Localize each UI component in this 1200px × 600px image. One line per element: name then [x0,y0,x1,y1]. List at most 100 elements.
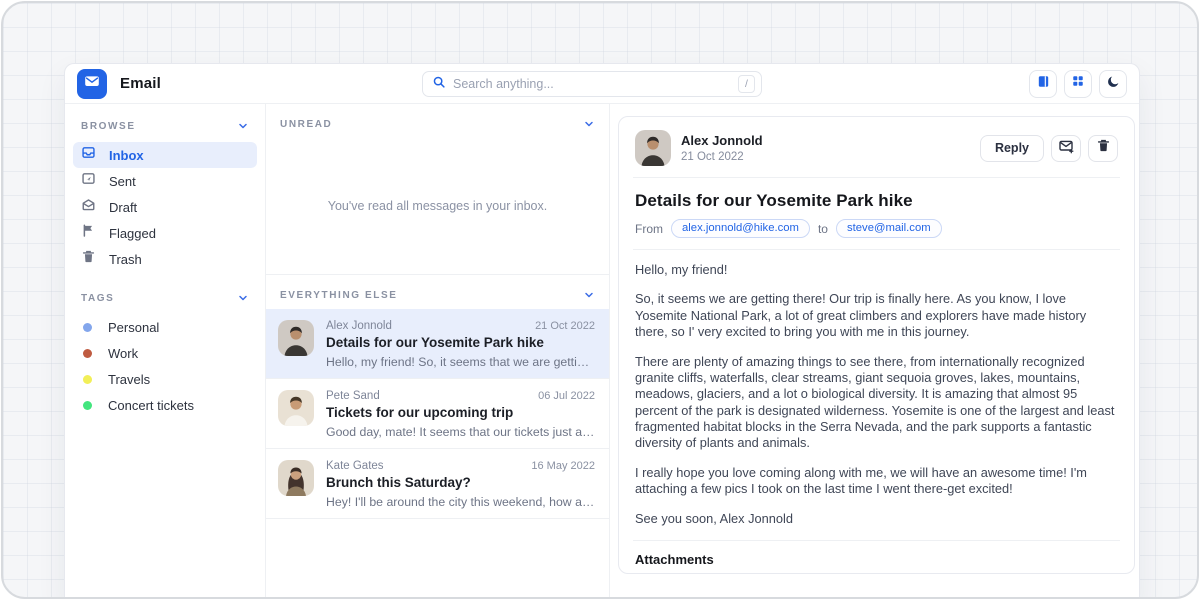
delete-button[interactable] [1088,135,1118,162]
unread-empty-text: You've read all messages in your inbox. [328,199,547,213]
chevron-down-icon[interactable] [583,289,595,301]
avatar [278,320,314,356]
avatar [635,130,671,166]
reply-button[interactable]: Reply [980,135,1044,162]
mail-subject: Tickets for our upcoming trip [326,405,595,420]
sidebar-item-sent[interactable]: Sent [73,168,257,194]
browse-title: BROWSE [81,121,136,132]
mail-item-content: Alex Jonnold 21 Oct 2022 Details for our… [326,320,595,369]
mail-preview: Good day, mate! It seems that our ticket… [326,425,595,439]
divider [633,249,1120,250]
detail-meta-row: From alex.jonnold@hike.com to steve@mail… [635,219,1118,238]
mail-item-content: Kate Gates 16 May 2022 Brunch this Satur… [326,460,595,509]
message-detail-pane: Alex Jonnold 21 Oct 2022 Reply [618,116,1135,574]
avatar [278,460,314,496]
tag-color-dot [83,349,92,358]
sent-icon [81,171,96,191]
search-icon [432,75,446,94]
sidebar-item-trash[interactable]: Trash [73,246,257,272]
draft-icon [81,197,96,217]
tag-color-dot [83,401,92,410]
dark-mode-button[interactable] [1099,70,1127,98]
tag-label: Concert tickets [108,398,194,413]
everything-else-title: EVERYTHING ELSE [280,290,398,301]
detail-actions: Reply [980,135,1118,162]
topbar-actions [1029,70,1127,98]
body-paragraph: See you soon, Alex Jonnold [635,511,1118,527]
detail-sender-name: Alex Jonnold [681,133,763,148]
divider [633,540,1120,541]
mail-sender: Pete Sand [326,390,380,402]
mail-date: 16 May 2022 [531,460,595,472]
to-email-chip[interactable]: steve@mail.com [836,219,942,238]
chevron-down-icon[interactable] [583,118,595,130]
mail-preview: Hey! I'll be around the city this weeken… [326,495,595,509]
browse-section-header: BROWSE [73,120,257,132]
search-bar[interactable]: / [422,71,762,97]
screenshot: Email / [0,0,1200,600]
tag-item-concert-tickets[interactable]: Concert tickets [73,392,257,418]
email-app-window: Email / [64,63,1140,599]
body-paragraph: I really hope you love coming along with… [635,465,1118,498]
attachments-title: Attachments [635,552,1118,567]
tags-list: Personal Work Travels Concert tickets [73,314,257,418]
book-icon [1036,74,1051,94]
mail-preview: Hello, my friend! So, it seems that we a… [326,355,595,369]
search-input[interactable] [453,77,738,91]
sidebar-item-draft[interactable]: Draft [73,194,257,220]
detail-header: Alex Jonnold 21 Oct 2022 Reply [635,130,1118,166]
message-list-column: UNREAD You've read all messages in your … [265,104,610,599]
sidebar: BROWSE Inbox [65,104,265,599]
sidebar-item-label: Sent [109,174,136,189]
chevron-down-icon[interactable] [237,292,249,304]
mail-list-item[interactable]: Alex Jonnold 21 Oct 2022 Details for our… [266,309,609,379]
from-label: From [635,222,663,236]
tag-item-work[interactable]: Work [73,340,257,366]
unread-title: UNREAD [280,119,332,130]
trash-icon [1096,138,1111,158]
browse-list: Inbox Sent Draft [73,142,257,272]
body-paragraph: So, it seems we are getting there! Our t… [635,291,1118,340]
tag-label: Travels [108,372,150,387]
tags-title: TAGS [81,293,114,304]
mail-sender: Alex Jonnold [326,320,392,332]
tag-color-dot [83,323,92,332]
inbox-icon [81,145,96,165]
grid-icon [1071,74,1085,93]
app-logo [77,69,107,99]
mail-item-content: Pete Sand 06 Jul 2022 Tickets for our up… [326,390,595,439]
mail-date: 06 Jul 2022 [538,390,595,402]
sidebar-item-label: Inbox [109,148,144,163]
sidebar-item-label: Draft [109,200,137,215]
app-title: Email [120,75,161,92]
mail-date: 21 Oct 2022 [535,320,595,332]
sidebar-item-label: Trash [109,252,142,267]
mail-sender: Kate Gates [326,460,384,472]
body-paragraph: There are plenty of amazing things to se… [635,354,1118,452]
trash-icon [81,249,96,269]
desktop-background: Email / [1,1,1199,599]
tag-item-personal[interactable]: Personal [73,314,257,340]
mail-list-item[interactable]: Kate Gates 16 May 2022 Brunch this Satur… [266,449,609,519]
forward-button[interactable] [1051,135,1081,162]
tag-label: Work [108,346,138,361]
from-email-chip[interactable]: alex.jonnold@hike.com [671,219,810,238]
sidebar-item-inbox[interactable]: Inbox [73,142,257,168]
mail-list-item[interactable]: Pete Sand 06 Jul 2022 Tickets for our up… [266,379,609,449]
tag-label: Personal [108,320,159,335]
top-bar: Email / [65,64,1139,104]
sidebar-item-label: Flagged [109,226,156,241]
envelope-icon [83,72,101,95]
chevron-down-icon[interactable] [237,120,249,132]
everything-else-header: EVERYTHING ELSE [266,275,609,309]
unread-section-header: UNREAD [266,104,609,138]
apps-button[interactable] [1064,70,1092,98]
detail-subject: Details for our Yosemite Park hike [635,191,1118,211]
addressbook-button[interactable] [1029,70,1057,98]
detail-date: 21 Oct 2022 [681,151,763,163]
search-shortcut-badge: / [738,75,755,93]
tag-item-travels[interactable]: Travels [73,366,257,392]
envelope-plus-icon [1058,138,1074,159]
tag-color-dot [83,375,92,384]
sidebar-item-flagged[interactable]: Flagged [73,220,257,246]
